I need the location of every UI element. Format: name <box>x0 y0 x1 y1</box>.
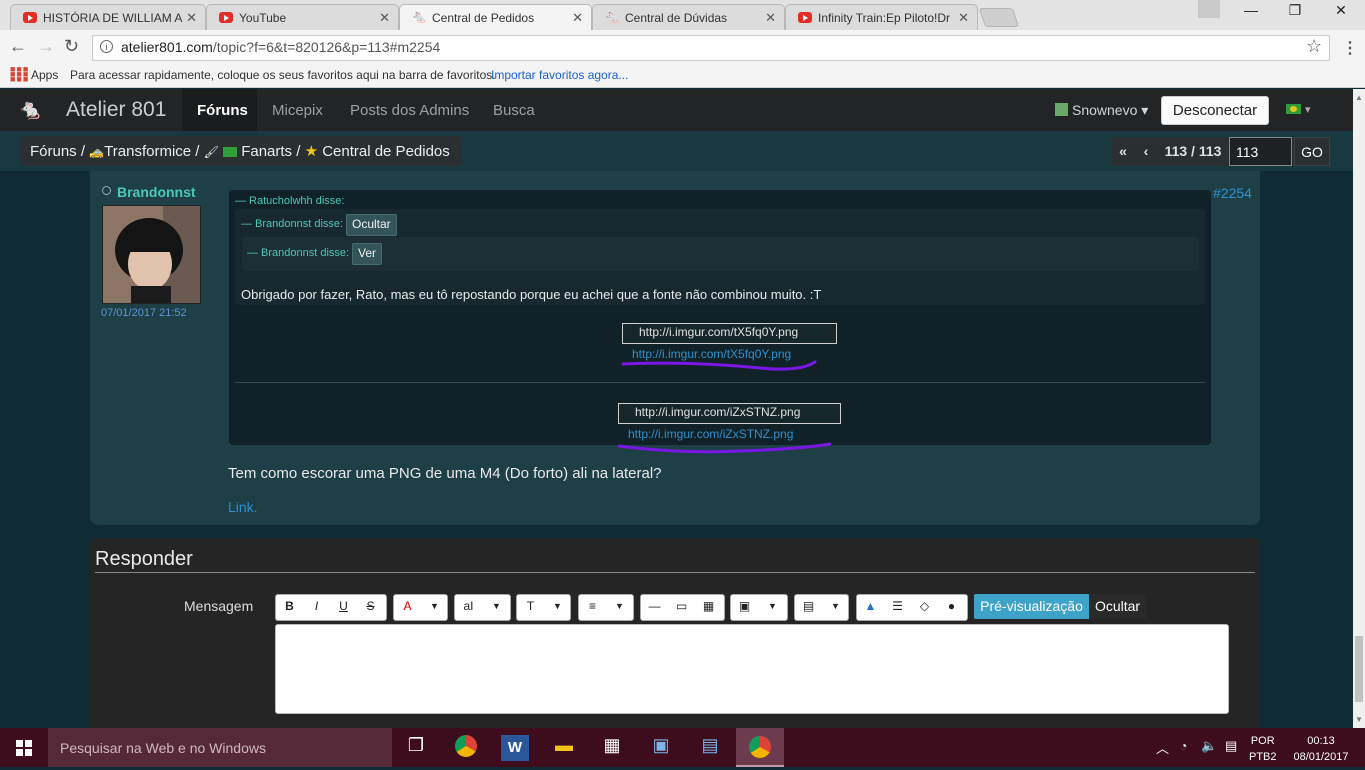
dropdown-arrow-icon[interactable]: ▼ <box>483 595 510 618</box>
secret-icon[interactable]: ● <box>938 595 965 618</box>
store-icon[interactable]: ▦ <box>598 735 626 761</box>
paint-icon[interactable]: ▤ <box>696 735 724 761</box>
post-text: Tem como escorar uma PNG de uma M4 (Do f… <box>228 465 662 482</box>
clock[interactable]: 00:13 08/01/2017 <box>1288 733 1354 765</box>
dropdown-arrow-icon[interactable]: ▼ <box>606 595 633 618</box>
atelier-mouse-icon: 🐁 <box>411 9 428 24</box>
taskbar-search[interactable]: Pesquisar na Web e no Windows <box>48 728 392 767</box>
image-toolbar-group: ▣ ▼ <box>730 594 788 621</box>
image-icon[interactable]: ▣ <box>731 595 758 618</box>
align-toolbar-group: ≡ ▼ <box>578 594 634 621</box>
font-toolbar-group: T ▼ <box>516 594 571 621</box>
insert-toolbar-group: — ▭ ▦ <box>640 594 725 621</box>
volume-icon[interactable]: 🔈 <box>1201 738 1217 754</box>
chrome-icon[interactable] <box>452 735 480 761</box>
list-icon[interactable]: ☰ <box>884 595 911 618</box>
horizontal-rule-icon[interactable]: — <box>641 595 668 618</box>
video-toolbar-group: ▤ ▼ <box>794 594 849 621</box>
message-textarea[interactable] <box>275 624 1229 714</box>
app-icon[interactable]: ▣ <box>647 735 675 761</box>
bold-icon[interactable]: B <box>276 595 303 618</box>
code-icon[interactable]: ◇ <box>911 595 938 618</box>
reply-title: Responder <box>95 548 193 570</box>
font-size-icon[interactable]: aI <box>455 595 482 618</box>
font-family-icon[interactable]: T <box>517 595 544 618</box>
annotation-underline-1 <box>621 360 817 371</box>
file-explorer-icon[interactable]: ▬ <box>550 735 578 761</box>
language-indicator[interactable]: POR PTB2 <box>1249 733 1277 765</box>
word-icon[interactable]: W <box>501 735 529 761</box>
misc-toolbar-group: ▲ ☰ ◇ ● <box>856 594 968 621</box>
windows-start-icon[interactable] <box>0 728 48 767</box>
post-link[interactable]: Link. <box>228 499 258 515</box>
color-toolbar-group: A ▼ <box>393 594 448 621</box>
preview-button[interactable]: Pré-visualização <box>974 594 1089 619</box>
notification-icon[interactable]: ▤ <box>1225 738 1237 754</box>
lang-code: POR <box>1250 735 1275 747</box>
clock-time: 00:13 <box>1307 735 1335 747</box>
spoiler-icon[interactable]: ▭ <box>668 595 695 618</box>
message-label: Mensagem <box>184 598 254 614</box>
annotation-underline-2 <box>617 442 832 454</box>
reply-divider <box>95 572 1255 573</box>
align-left-icon[interactable]: ≡ <box>579 595 606 618</box>
scroll-down-icon[interactable]: ▼ <box>1355 715 1363 724</box>
strikethrough-icon[interactable]: S <box>357 595 384 618</box>
format-toolbar-group: B I U S <box>275 594 387 621</box>
dropdown-arrow-icon[interactable]: ▼ <box>822 595 849 618</box>
lang-layout: PTB2 <box>1249 751 1277 763</box>
clock-date: 08/01/2017 <box>1293 751 1349 763</box>
tray-chevron-icon[interactable]: ︿ <box>1156 738 1169 757</box>
task-view-icon[interactable]: ❐ <box>402 735 430 761</box>
chrome-active-icon[interactable] <box>736 728 784 767</box>
underline-icon[interactable]: U <box>330 595 357 618</box>
dropdown-arrow-icon[interactable]: ▼ <box>544 595 571 618</box>
hide-button[interactable]: Ocultar <box>1089 594 1146 619</box>
italic-icon[interactable]: I <box>303 595 330 618</box>
quote-icon[interactable]: ▲ <box>857 595 884 618</box>
video-icon[interactable]: ▤ <box>795 595 822 618</box>
scrollbar-thumb[interactable] <box>1355 636 1363 702</box>
dropdown-arrow-icon[interactable]: ▼ <box>421 595 448 618</box>
size-toolbar-group: aI ▼ <box>454 594 511 621</box>
tab-label: Central de Pedidos <box>432 11 535 25</box>
text-color-icon[interactable]: A <box>394 595 421 618</box>
windows-logo-icon <box>16 740 32 756</box>
dropdown-arrow-icon[interactable]: ▼ <box>759 595 786 618</box>
scroll-up-icon[interactable]: ▲ <box>1355 93 1363 102</box>
close-tab-icon[interactable]: ✕ <box>572 10 583 26</box>
table-icon[interactable]: ▦ <box>695 595 722 618</box>
page-scrollbar[interactable] <box>1353 89 1365 728</box>
tab-central-de-pedidos[interactable]: 🐁 Central de Pedidos ✕ <box>399 4 592 30</box>
network-icon[interactable]: ◔ <box>1180 739 1187 753</box>
